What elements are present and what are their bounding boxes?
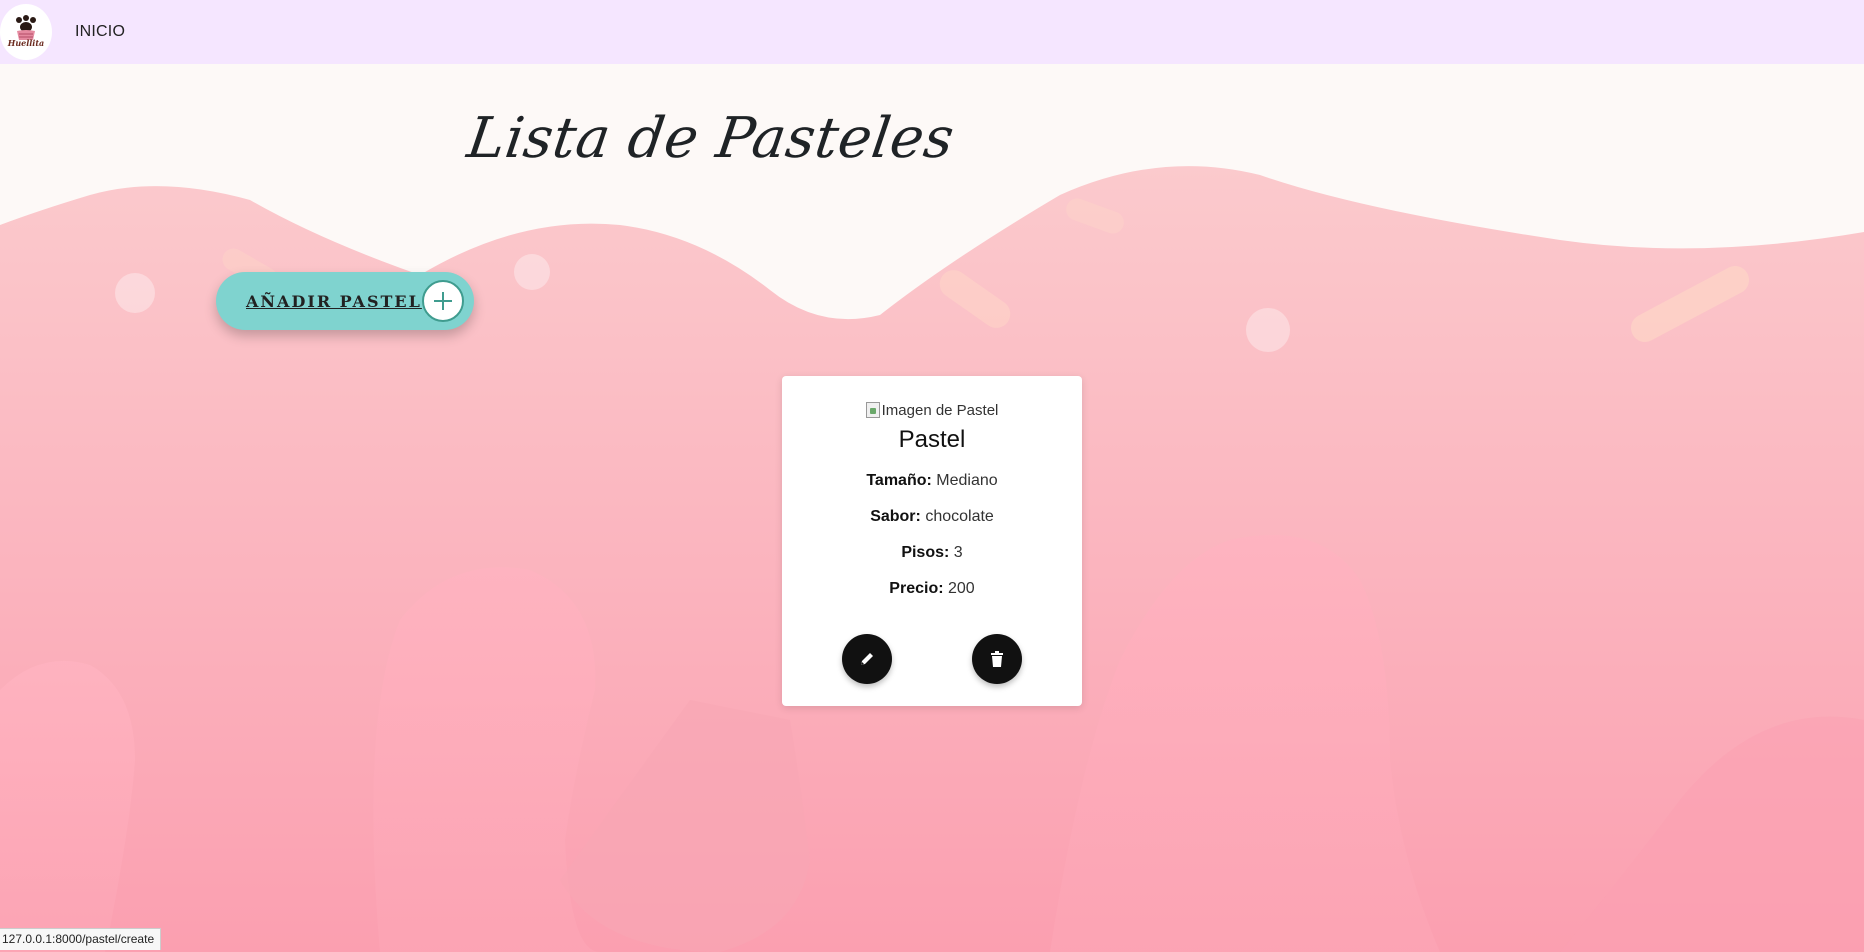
pastel-card-title: Pastel xyxy=(898,426,966,453)
field-value: 3 xyxy=(953,544,963,561)
add-pastel-label: AÑADIR PASTEL xyxy=(246,291,422,311)
field-value: chocolate xyxy=(925,508,994,525)
pastel-image: Imagen de Pastel xyxy=(782,400,1082,420)
pencil-icon xyxy=(861,653,873,665)
field-pisos: Pisos: 3 xyxy=(782,544,1082,562)
pastel-image-alt: Imagen de Pastel xyxy=(881,401,999,419)
delete-button[interactable] xyxy=(972,634,1022,684)
field-value: Mediano xyxy=(936,472,998,489)
field-label: Tamaño: xyxy=(866,472,932,489)
pastel-card: Imagen de Pastel Pastel Tamaño: Mediano … xyxy=(782,376,1082,706)
nav-link-inicio[interactable]: INICIO xyxy=(75,23,125,41)
field-label: Pisos: xyxy=(901,544,950,561)
trash-icon xyxy=(991,651,1003,667)
field-sabor: Sabor: chocolate xyxy=(782,508,1082,526)
plus-icon xyxy=(422,280,464,322)
card-actions xyxy=(782,634,1082,684)
field-precio: Precio: 200 xyxy=(782,580,1082,598)
add-pastel-button[interactable]: AÑADIR PASTEL xyxy=(216,272,474,330)
top-navbar: Huellita INICIO xyxy=(0,0,1864,64)
status-bar-url: 127.0.0.1:8000/pastel/create xyxy=(0,928,162,950)
field-value: 200 xyxy=(948,580,975,597)
brand-logo[interactable]: Huellita xyxy=(0,4,52,60)
page-title: Lista de Pasteles xyxy=(463,106,959,171)
edit-button[interactable] xyxy=(842,634,892,684)
field-label: Sabor: xyxy=(870,508,921,525)
broken-image-icon xyxy=(865,402,880,418)
field-label: Precio: xyxy=(889,580,944,597)
field-tamano: Tamaño: Mediano xyxy=(782,472,1082,490)
logo-text: Huellita xyxy=(7,38,45,48)
